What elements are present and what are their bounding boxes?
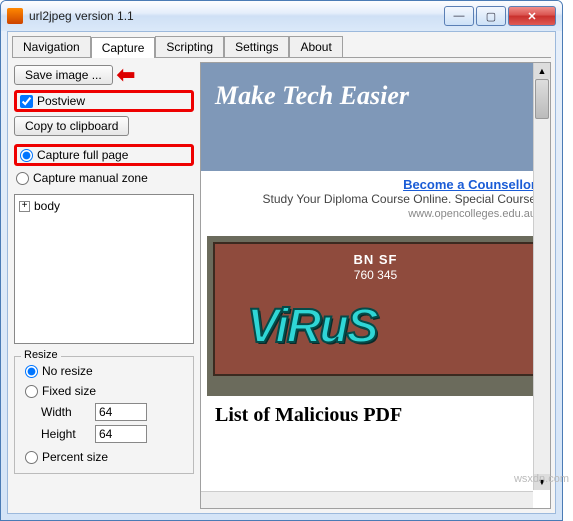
vertical-scrollbar[interactable]: ▲ ▼ <box>533 63 550 490</box>
annotation-highlight-postview: Postview <box>14 90 194 112</box>
width-input[interactable] <box>95 403 147 421</box>
tree-root-row[interactable]: + body <box>19 199 189 213</box>
minimize-button[interactable]: — <box>444 6 474 26</box>
preview-pane[interactable]: Make Tech Easier Become a Counsellor Stu… <box>200 62 551 509</box>
tab-scripting[interactable]: Scripting <box>155 36 224 57</box>
postview-checkbox[interactable] <box>20 95 33 108</box>
tab-settings[interactable]: Settings <box>224 36 289 57</box>
left-panel: Save image ... Postview Copy to clipboar… <box>8 58 200 513</box>
app-icon <box>7 8 23 24</box>
preview-image: BN SF 760 345 ViRuS <box>207 236 544 396</box>
percent-size-label: Percent size <box>42 450 108 464</box>
resize-group: Resize No resize Fixed size Width He <box>14 356 194 474</box>
no-resize-label: No resize <box>42 364 93 378</box>
client-area: Navigation Capture Scripting Settings Ab… <box>7 31 556 514</box>
preview-ad-link[interactable]: Become a Counsellor <box>403 177 536 192</box>
tab-strip: Navigation Capture Scripting Settings Ab… <box>8 32 555 57</box>
zone-tree[interactable]: + body <box>14 194 194 344</box>
preview-article-title: List of Malicious PDF <box>201 396 550 427</box>
boxcar-number: 760 345 <box>354 268 397 282</box>
postview-label: Postview <box>37 94 85 108</box>
preview-ad-block: Become a Counsellor Study Your Diploma C… <box>201 171 550 226</box>
graffiti-text: ViRuS <box>247 300 377 353</box>
window-title: url2jpeg version 1.1 <box>29 9 444 23</box>
boxcar-rail-label: BN SF <box>354 252 398 267</box>
no-resize-radio[interactable] <box>25 365 38 378</box>
annotation-highlight-fullpage: Capture full page <box>14 144 194 166</box>
copy-clipboard-button[interactable]: Copy to clipboard <box>14 116 129 136</box>
height-label: Height <box>41 427 89 441</box>
preview-hero-title: Make Tech Easier <box>201 63 550 171</box>
capture-full-page-radio[interactable] <box>20 149 33 162</box>
annotation-arrow-icon <box>117 64 135 86</box>
tree-root-label: body <box>34 199 60 213</box>
maximize-button[interactable]: ▢ <box>476 6 506 26</box>
save-image-button[interactable]: Save image ... <box>14 65 113 85</box>
tab-navigation[interactable]: Navigation <box>12 36 91 57</box>
capture-manual-zone-radio[interactable] <box>16 172 29 185</box>
percent-size-radio[interactable] <box>25 451 38 464</box>
capture-full-page-label: Capture full page <box>37 148 128 162</box>
watermark: wsxdn.com <box>514 473 569 485</box>
tab-about[interactable]: About <box>289 36 342 57</box>
scroll-up-icon[interactable]: ▲ <box>534 63 550 79</box>
horizontal-scrollbar[interactable] <box>201 491 533 508</box>
resize-legend: Resize <box>21 349 61 361</box>
scroll-thumb[interactable] <box>535 79 549 119</box>
fixed-size-radio[interactable] <box>25 385 38 398</box>
titlebar[interactable]: url2jpeg version 1.1 — ▢ ✕ <box>1 1 562 31</box>
capture-manual-zone-label: Capture manual zone <box>33 171 148 185</box>
preview-ad-domain: www.opencolleges.edu.au <box>408 208 536 220</box>
tree-expand-icon[interactable]: + <box>19 201 30 212</box>
tab-capture[interactable]: Capture <box>91 37 156 58</box>
width-label: Width <box>41 405 89 419</box>
preview-ad-text: Study Your Diploma Course Online. Specia… <box>263 192 536 206</box>
close-button[interactable]: ✕ <box>508 6 556 26</box>
fixed-size-label: Fixed size <box>42 384 96 398</box>
app-window: url2jpeg version 1.1 — ▢ ✕ Navigation Ca… <box>0 0 563 521</box>
height-input[interactable] <box>95 425 147 443</box>
